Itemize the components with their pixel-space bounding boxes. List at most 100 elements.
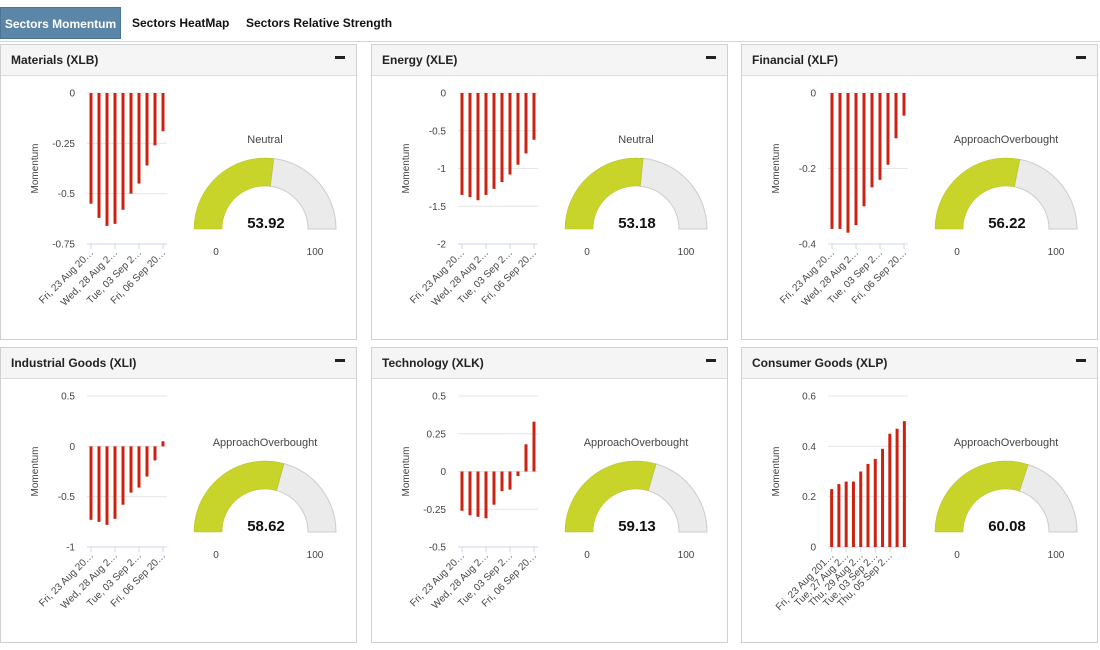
momentum-bar[interactable] bbox=[902, 93, 906, 116]
momentum-bar[interactable] bbox=[902, 421, 906, 547]
momentum-bar[interactable] bbox=[476, 93, 480, 201]
momentum-bar[interactable] bbox=[516, 93, 520, 165]
momentum-bar[interactable] bbox=[866, 463, 870, 547]
momentum-bar[interactable] bbox=[161, 93, 165, 132]
momentum-bar[interactable] bbox=[145, 446, 149, 477]
gauge-min-label: 0 bbox=[213, 550, 219, 561]
momentum-bar[interactable] bbox=[524, 444, 528, 472]
momentum-bar[interactable] bbox=[105, 93, 109, 226]
gauge-value: 59.13 bbox=[618, 518, 656, 535]
momentum-bar[interactable] bbox=[153, 93, 157, 146]
gauge-max-label: 100 bbox=[307, 550, 324, 561]
minimize-icon[interactable] bbox=[1073, 352, 1089, 368]
y-tick-label: 0.5 bbox=[432, 392, 446, 403]
momentum-bar[interactable] bbox=[837, 484, 841, 547]
momentum-bar[interactable] bbox=[851, 481, 855, 547]
momentum-bar[interactable] bbox=[854, 93, 858, 226]
panel-financial: Financial (XLF) 0 -0.2 -0.4 Momentum Fri, 23 … bbox=[741, 44, 1098, 340]
momentum-bar[interactable] bbox=[873, 458, 877, 547]
momentum-bar[interactable] bbox=[870, 93, 874, 188]
momentum-bar[interactable] bbox=[89, 446, 93, 520]
gauge-status-label: Neutral bbox=[247, 134, 282, 146]
minimize-icon[interactable] bbox=[332, 49, 348, 65]
momentum-bar[interactable] bbox=[844, 481, 848, 547]
momentum-bar[interactable] bbox=[886, 93, 890, 165]
momentum-bar[interactable] bbox=[137, 93, 141, 184]
gauge-track bbox=[275, 462, 337, 533]
momentum-bar[interactable] bbox=[105, 446, 109, 525]
momentum-bar[interactable] bbox=[89, 93, 93, 204]
y-tick-label: 0 bbox=[440, 467, 446, 478]
momentum-bar[interactable] bbox=[476, 471, 480, 517]
momentum-bar[interactable] bbox=[532, 421, 536, 472]
y-tick-label: -0.4 bbox=[799, 240, 817, 251]
momentum-bar[interactable] bbox=[516, 471, 520, 477]
momentum-bar[interactable] bbox=[508, 471, 512, 490]
panel-body: 0 -0.25 -0.5 -0.75 Momentum Fri, 23 Aug 20… We… bbox=[1, 75, 356, 339]
y-tick-label: -0.5 bbox=[58, 492, 76, 503]
minimize-icon[interactable] bbox=[703, 49, 719, 65]
minimize-icon[interactable] bbox=[703, 352, 719, 368]
momentum-bar[interactable] bbox=[500, 471, 504, 492]
y-tick-label: 0.4 bbox=[802, 442, 816, 453]
tab-sectors-heatmap[interactable]: Sectors HeatMap bbox=[132, 7, 229, 39]
momentum-bar[interactable] bbox=[484, 93, 488, 195]
momentum-bar[interactable] bbox=[97, 93, 101, 218]
momentum-bar[interactable] bbox=[532, 93, 536, 140]
momentum-bar[interactable] bbox=[460, 93, 464, 195]
minimize-icon[interactable] bbox=[332, 352, 348, 368]
gauge-value: 53.92 bbox=[247, 215, 285, 232]
gauge-min-label: 0 bbox=[584, 247, 590, 258]
panel-body: 0.6 0.4 0.2 0 Momentum Fri, 23 Aug 201… Tue, 2… bbox=[742, 378, 1097, 642]
momentum-bar[interactable] bbox=[153, 446, 157, 461]
panel-title: Energy (XLE) bbox=[382, 53, 458, 67]
momentum-bar[interactable] bbox=[468, 93, 472, 198]
momentum-bar[interactable] bbox=[121, 446, 125, 505]
momentum-bar[interactable] bbox=[881, 448, 885, 547]
tab-sectors-relative-strength[interactable]: Sectors Relative Strength bbox=[246, 7, 392, 39]
gauge-min-label: 0 bbox=[954, 247, 960, 258]
momentum-bar[interactable] bbox=[145, 93, 149, 166]
panel-technology: Technology (XLK) 0.5 0.25 0 -0.25 -0.5 Momentu… bbox=[371, 347, 728, 643]
momentum-bar[interactable] bbox=[113, 93, 117, 224]
momentum-bar[interactable] bbox=[830, 93, 834, 229]
momentum-bar[interactable] bbox=[500, 93, 504, 183]
y-tick-label: -0.5 bbox=[429, 543, 447, 554]
y-tick-label: 0 bbox=[69, 442, 75, 453]
momentum-bar[interactable] bbox=[484, 471, 488, 519]
momentum-bar[interactable] bbox=[492, 471, 496, 505]
panel-body: 0.5 0 -0.5 -1 Momentum Fri, 23 Aug 20… Wed, 28… bbox=[1, 378, 356, 642]
gauge-value: 58.62 bbox=[247, 518, 285, 535]
momentum-bar[interactable] bbox=[830, 489, 834, 547]
momentum-bar[interactable] bbox=[508, 93, 512, 175]
momentum-bar[interactable] bbox=[888, 433, 892, 547]
momentum-bar[interactable] bbox=[524, 93, 528, 154]
gauge-status-label: ApproachOverbought bbox=[954, 134, 1059, 146]
tab-sectors-momentum[interactable]: Sectors Momentum bbox=[0, 7, 121, 39]
gauge-max-label: 100 bbox=[1048, 247, 1065, 258]
momentum-bar[interactable] bbox=[468, 471, 472, 516]
momentum-bar[interactable] bbox=[460, 471, 464, 511]
panel-title: Technology (XLK) bbox=[382, 356, 484, 370]
momentum-bar[interactable] bbox=[894, 93, 898, 139]
momentum-bar[interactable] bbox=[129, 93, 133, 194]
momentum-bar[interactable] bbox=[895, 428, 899, 547]
momentum-bar[interactable] bbox=[129, 446, 133, 493]
momentum-bar[interactable] bbox=[878, 93, 882, 180]
momentum-bar[interactable] bbox=[859, 471, 863, 548]
momentum-bar[interactable] bbox=[161, 441, 165, 447]
y-tick-label: -1 bbox=[66, 543, 75, 554]
panel-title: Industrial Goods (XLI) bbox=[11, 356, 137, 370]
panel-header: Financial (XLF) bbox=[742, 45, 1097, 76]
momentum-bar[interactable] bbox=[862, 93, 866, 207]
y-tick-label: 0 bbox=[69, 89, 75, 100]
momentum-bar[interactable] bbox=[838, 93, 842, 229]
momentum-bar[interactable] bbox=[121, 93, 125, 210]
momentum-bar[interactable] bbox=[492, 93, 496, 189]
momentum-bar[interactable] bbox=[113, 446, 117, 519]
minimize-icon[interactable] bbox=[1073, 49, 1089, 65]
momentum-bar[interactable] bbox=[846, 93, 850, 233]
momentum-bar[interactable] bbox=[137, 446, 141, 488]
momentum-bar[interactable] bbox=[97, 446, 101, 522]
gauge-max-label: 100 bbox=[678, 550, 695, 561]
